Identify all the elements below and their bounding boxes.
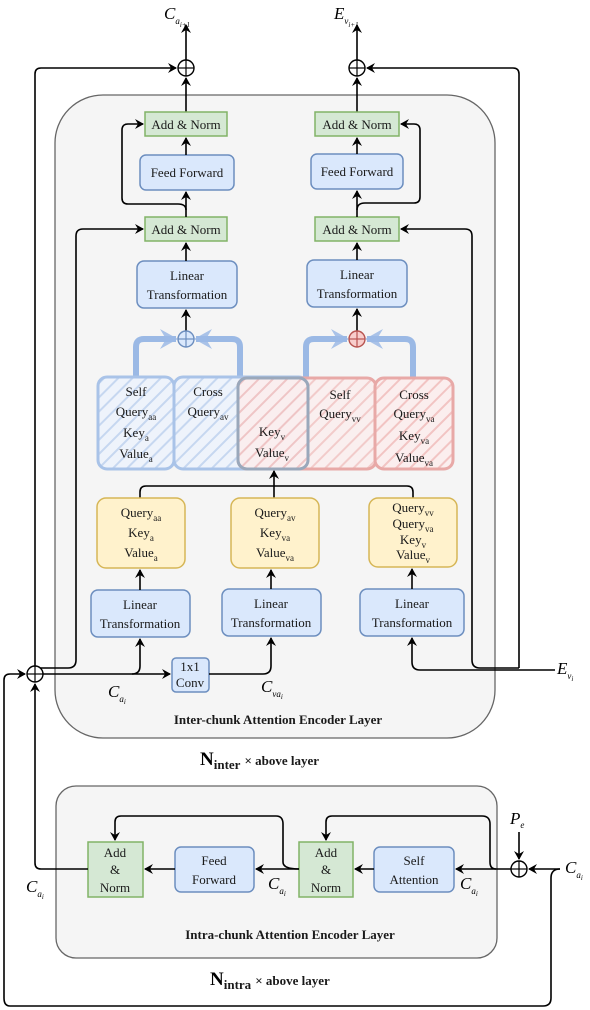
video-attention-sum-icon xyxy=(348,330,366,348)
intra-right-amp: & xyxy=(321,862,331,877)
video-self-title: Self xyxy=(330,387,352,402)
intra-right-norm: Norm xyxy=(311,880,341,895)
video-input-linear-label-1: Linear xyxy=(395,596,430,611)
audio-attention-sum-icon xyxy=(177,330,195,348)
intra-left-amp: & xyxy=(110,862,120,877)
video-linear-label-1: Linear xyxy=(340,267,375,282)
intra-left-add: Add xyxy=(104,845,127,860)
video-add-norm-top-label: Add & Norm xyxy=(322,117,391,132)
audio-add-norm-top-label: Add & Norm xyxy=(151,117,220,132)
residual-add-audio-icon xyxy=(177,59,195,77)
positional-encoding-add-icon xyxy=(510,860,528,878)
audio-input-linear-label-2: Transformation xyxy=(100,616,181,631)
audio-input-linear-label-1: Linear xyxy=(123,597,158,612)
inter-video-input-label: Evi xyxy=(556,659,573,683)
intra-ff-label-2: Forward xyxy=(192,872,237,887)
positional-encoding-label: Pe xyxy=(509,809,524,830)
intra-output-label: Cai xyxy=(26,877,44,901)
video-input-linear-label-2: Transformation xyxy=(372,615,453,630)
intra-left-norm: Norm xyxy=(100,880,130,895)
audio-linear-label-1: Linear xyxy=(170,268,205,283)
video-cross-title: Cross xyxy=(399,387,429,402)
cross-input-linear-label-1: Linear xyxy=(254,596,289,611)
intra-input-label: Cai xyxy=(565,858,583,882)
intra-right-add: Add xyxy=(315,845,338,860)
inter-input-add-icon xyxy=(26,665,44,683)
video-linear-label-2: Transformation xyxy=(317,286,398,301)
inter-repeat-label: Ninter × above layer xyxy=(200,749,319,772)
intra-sa-label-1: Self xyxy=(404,853,426,868)
audio-feed-forward-label: Feed Forward xyxy=(151,165,224,180)
audio-self-title: Self xyxy=(126,384,148,399)
audio-linear-label-2: Transformation xyxy=(147,287,228,302)
conv-label-2: Conv xyxy=(176,675,205,690)
intra-sa-label-2: Attention xyxy=(389,872,439,887)
cross-input-linear-label-2: Transformation xyxy=(231,615,312,630)
architecture-diagram: Cai+1 Evi+1 Add & Norm Feed Forward Add … xyxy=(3,4,583,1007)
video-add-norm-mid-label: Add & Norm xyxy=(322,222,391,237)
audio-cross-title: Cross xyxy=(193,384,223,399)
video-feed-forward-label: Feed Forward xyxy=(321,164,394,179)
intra-repeat-label: Nintra × above layer xyxy=(210,969,330,992)
output-video-label: Evi+1 xyxy=(333,4,359,29)
conv-label-1: 1x1 xyxy=(180,659,200,674)
inter-layer-title: Inter-chunk Attention Encoder Layer xyxy=(174,712,383,727)
intra-ff-label-1: Feed xyxy=(201,853,227,868)
intra-layer-title: Intra-chunk Attention Encoder Layer xyxy=(185,927,395,942)
residual-add-video-icon xyxy=(348,59,366,77)
audio-add-norm-mid-label: Add & Norm xyxy=(151,222,220,237)
